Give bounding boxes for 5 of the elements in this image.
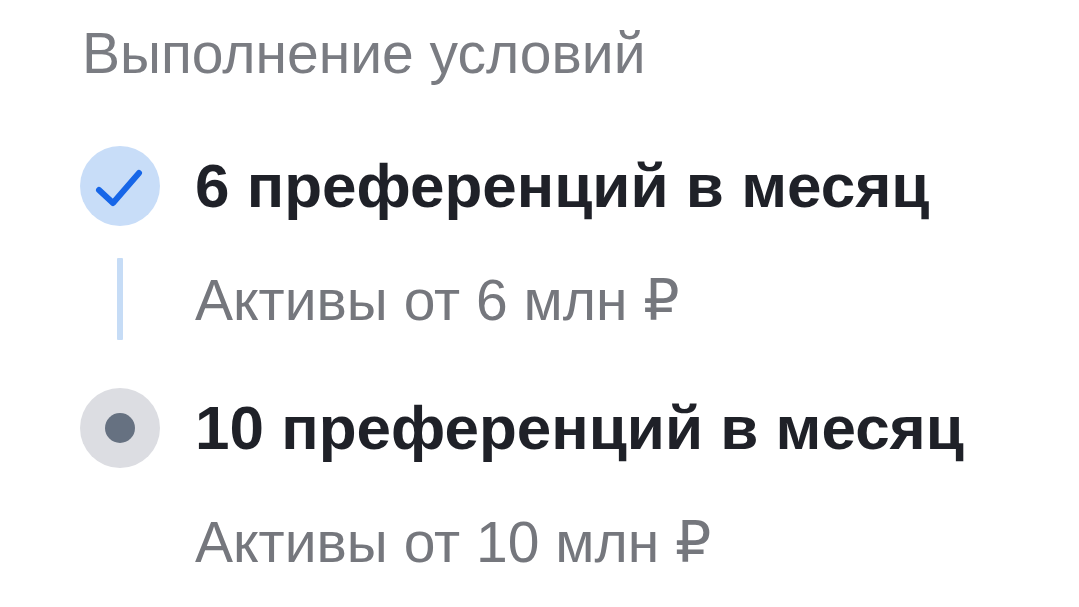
step-title: 6 преференций в месяц (195, 150, 930, 222)
step-title: 10 преференций в месяц (195, 392, 964, 464)
step-subtitle: Активы от 6 млн ₽ (195, 269, 680, 331)
section-title: Выполнение условий (82, 22, 646, 84)
step-subtitle: Активы от 10 млн ₽ (195, 511, 712, 573)
